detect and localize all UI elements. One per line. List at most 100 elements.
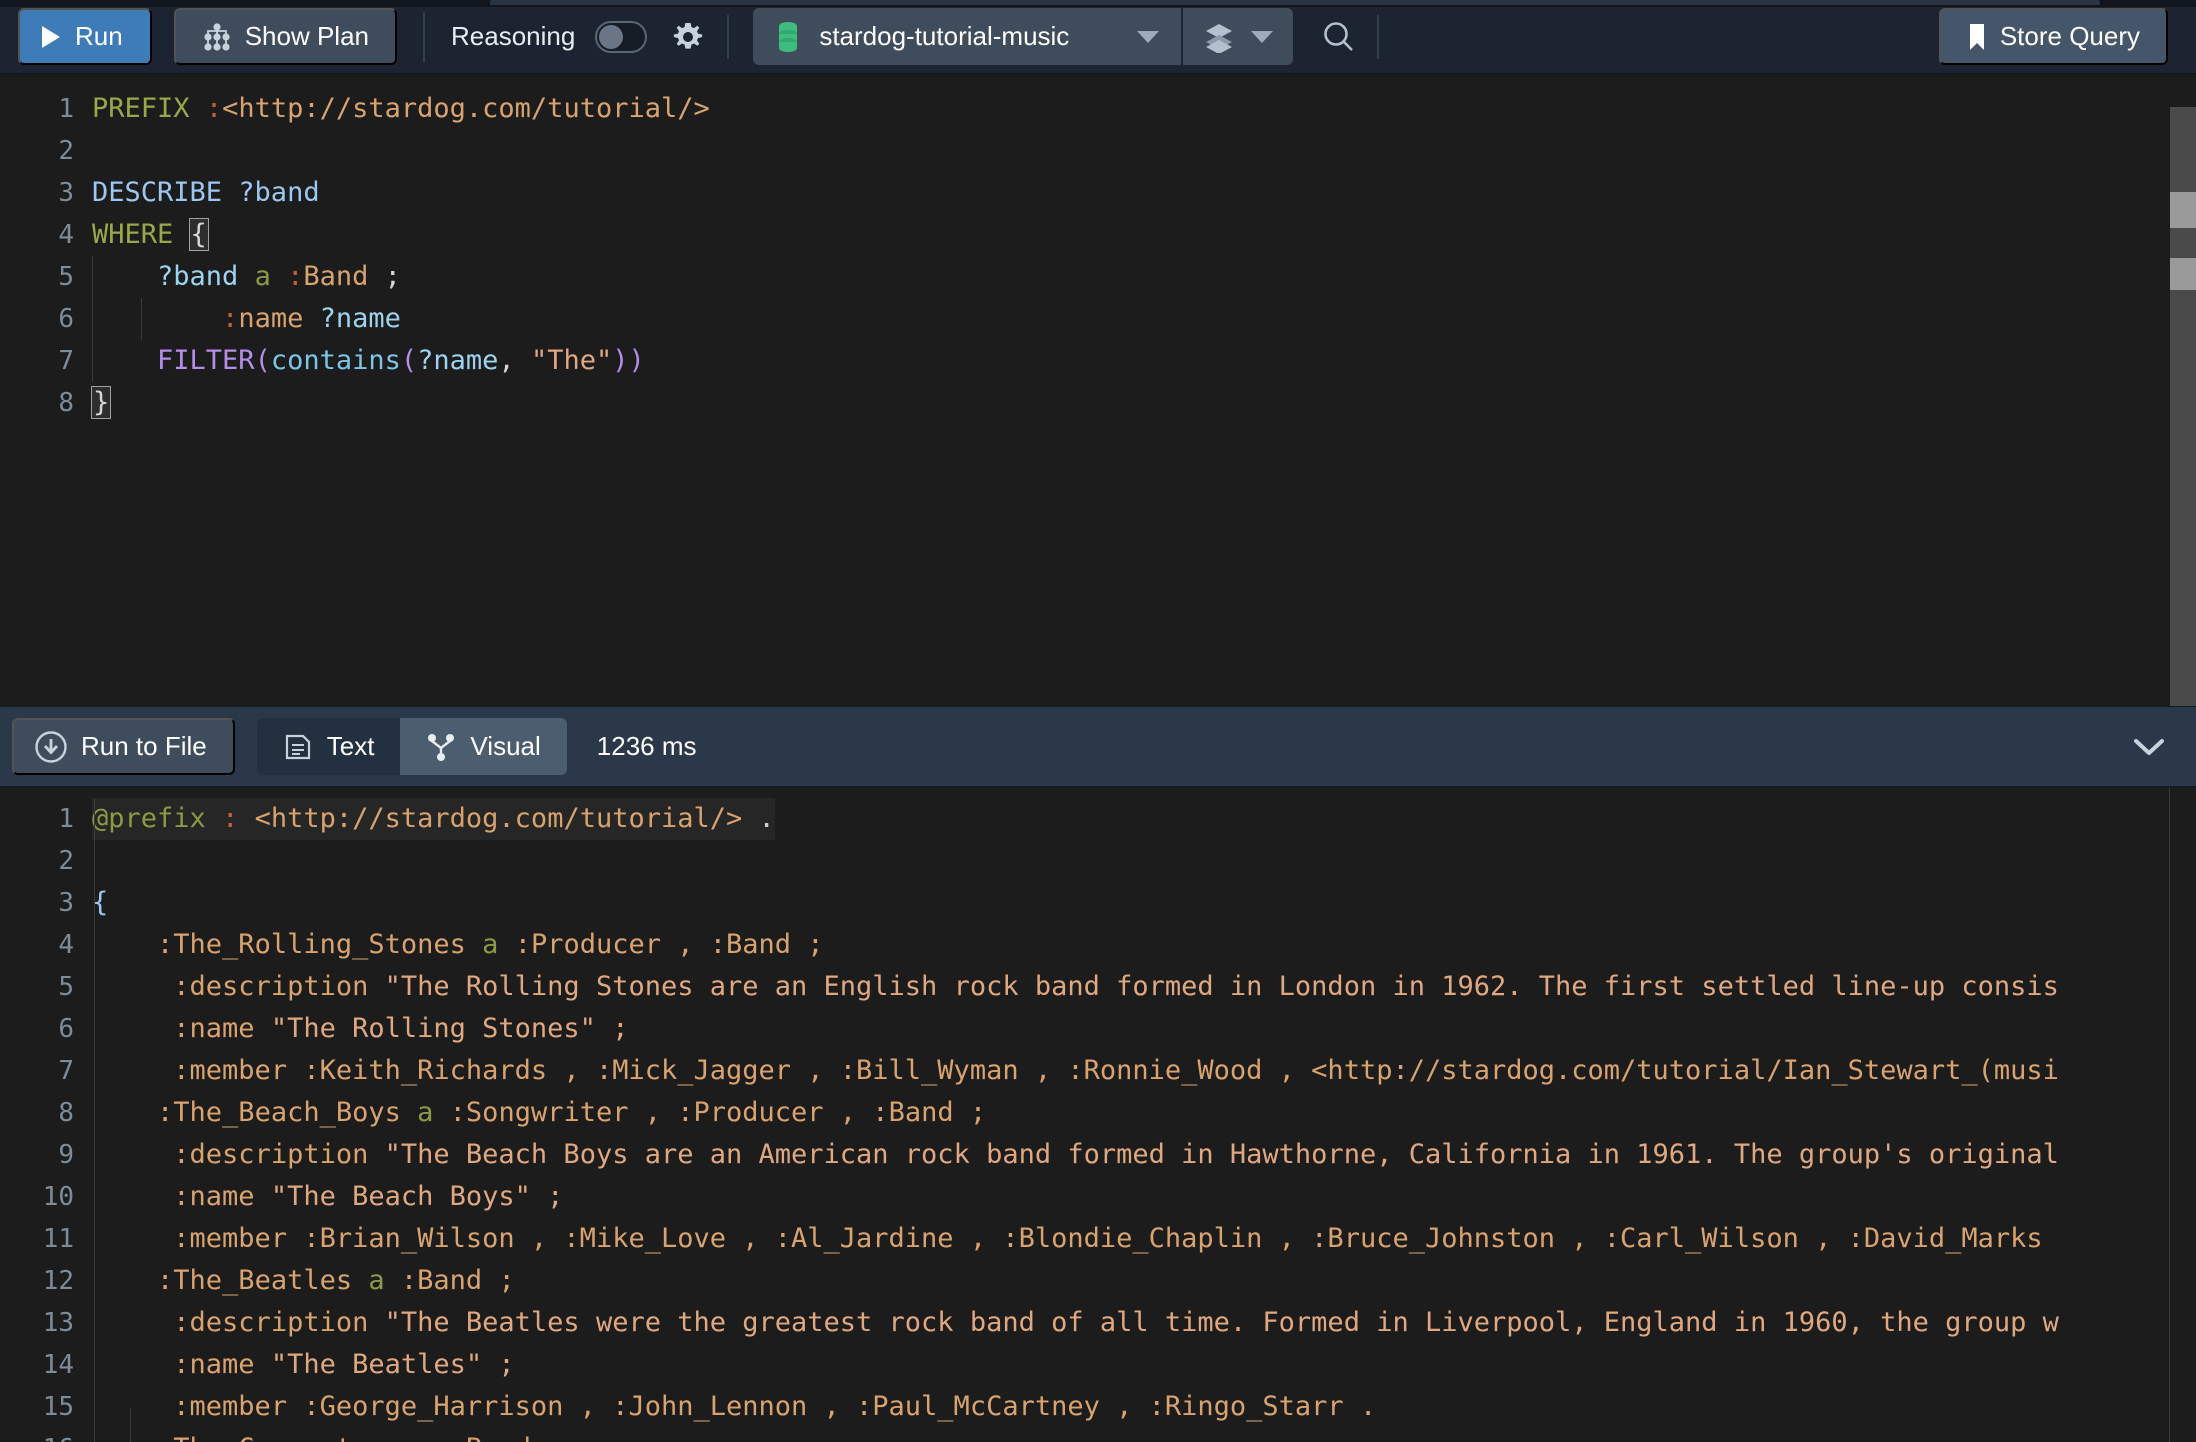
results-indent-guide-1 (94, 798, 95, 1442)
show-plan-label: Show Plan (244, 21, 370, 51)
active-tab-indicator (490, 0, 2100, 5)
prefix-iri: <http://stardog.com/tutorial/> (254, 803, 743, 834)
store-query-label: Store Query (1999, 21, 2140, 51)
tab-visual-label: Visual (470, 731, 541, 761)
database-icon (775, 21, 801, 53)
layers-icon (1203, 21, 1235, 53)
result-line-content: :name "The Beach Boys" ; (92, 1176, 563, 1218)
results-indent-guide-2 (130, 1408, 131, 1442)
graph-chevron-down-icon (1251, 30, 1274, 43)
result-line: 15 :member :George_Harrison , :John_Lenn… (0, 1386, 2196, 1428)
at-prefix-keyword: @prefix (92, 803, 206, 834)
predicate: :name (173, 1181, 255, 1212)
prefix-colon: : (222, 803, 239, 834)
collapse-results-button[interactable] (2132, 736, 2166, 758)
line-number: 8 (58, 388, 74, 418)
line-number: 10 (42, 1182, 74, 1212)
predicate: :name (173, 1013, 255, 1044)
sparql-code[interactable]: 1 PREFIX :<http://stardog.com/tutorial/>… (0, 74, 2196, 424)
line-number: 4 (58, 220, 74, 250)
tab-text[interactable]: Text (256, 718, 401, 775)
result-line-content: :member :Keith_Richards , :Mick_Jagger ,… (92, 1050, 2059, 1092)
show-plan-button[interactable]: Show Plan (173, 8, 398, 65)
line-number: 8 (58, 1098, 74, 1128)
bookmark-icon (1967, 22, 1987, 52)
editor-scrollbar-marker[interactable] (2170, 258, 2196, 290)
database-selector[interactable]: stardog-tutorial-music (753, 8, 1294, 65)
literal-value: "The Beatles" ; (270, 1349, 515, 1380)
line-number: 16 (0, 1428, 92, 1442)
database-selector-main[interactable]: stardog-tutorial-music (753, 8, 1181, 65)
result-line: 12 :The_Beatles a :Band ; (0, 1260, 2196, 1302)
code-line: 8 } (0, 382, 2196, 424)
turtle-results[interactable]: 1 @prefix : <http://stardog.com/tutorial… (0, 788, 2196, 1442)
gear-icon (671, 20, 705, 54)
toolbar-divider-3 (1377, 14, 1380, 59)
code-line: 7 FILTER(contains(?name, "The")) (0, 340, 2196, 382)
predicate: :member (173, 1055, 288, 1086)
predicate: :name (173, 1349, 255, 1380)
download-circle-icon (34, 730, 68, 764)
literal-value: "The Beatles were the greatest rock band… (384, 1307, 2059, 1338)
code-line: 4 WHERE { (0, 214, 2196, 256)
sparql-editor[interactable]: 1 PREFIX :<http://stardog.com/tutorial/>… (0, 74, 2196, 706)
run-to-file-label: Run to File (81, 731, 207, 761)
database-name: stardog-tutorial-music (819, 21, 1070, 51)
rdf-type-a: a (482, 929, 499, 960)
literal-value: "The Beach Boys are an American rock ban… (384, 1139, 2059, 1170)
code-line: 5 ?band a :Band ; (0, 256, 2196, 298)
results-view-tabs: Text Visual (256, 718, 567, 775)
result-line-content: :name "The Rolling Stones" ; (92, 1008, 628, 1050)
toolbar-divider-1 (423, 11, 426, 62)
editor-scrollbar[interactable] (2170, 74, 2196, 706)
result-line: 1 @prefix : <http://stardog.com/tutorial… (0, 798, 2196, 840)
results-panel[interactable]: 1 @prefix : <http://stardog.com/tutorial… (0, 788, 2196, 1442)
toolbar-divider-2 (727, 14, 730, 59)
result-line: 9 :description "The Beach Boys are an Am… (0, 1134, 2196, 1176)
run-to-file-button[interactable]: Run to File (12, 718, 235, 775)
editor-scrollbar-thumb[interactable] (2170, 192, 2196, 228)
code-line: 3 DESCRIBE ?band (0, 172, 2196, 214)
store-query-button[interactable]: Store Query (1938, 8, 2168, 65)
search-icon (1321, 19, 1357, 55)
code-line-content: WHERE { (92, 218, 209, 251)
result-line: 2 (0, 840, 2196, 882)
code-line-content: DESCRIBE ?band (92, 177, 320, 208)
line-number: 2 (58, 136, 74, 166)
tab-visual[interactable]: Visual (400, 718, 567, 775)
result-line-content: :member :Brian_Wilson , :Mike_Love , :Al… (92, 1218, 2042, 1260)
line-number: 3 (58, 178, 74, 208)
result-line: 14 :name "The Beatles" ; (0, 1344, 2196, 1386)
graph-selector[interactable] (1183, 8, 1293, 65)
line-number: 11 (42, 1224, 74, 1254)
result-line: 10 :name "The Beach Boys" ; (0, 1176, 2196, 1218)
code-line-content: :name ?name (92, 298, 401, 340)
run-button[interactable]: Run (18, 8, 152, 65)
rdf-type-a: a (417, 1097, 434, 1128)
literal-value: "The Rolling Stones" ; (270, 1013, 629, 1044)
result-line: 11 :member :Brian_Wilson , :Mike_Love , … (0, 1218, 2196, 1260)
result-line: 6 :name "The Rolling Stones" ; (0, 1008, 2196, 1050)
document-icon (283, 732, 313, 762)
search-button[interactable] (1321, 19, 1357, 55)
reasoning-toggle[interactable] (595, 20, 648, 53)
chevron-down-icon (2132, 736, 2166, 758)
result-line: 16 :The_Carpenters a :Band ; (0, 1428, 2196, 1442)
run-button-label: Run (75, 21, 123, 51)
result-line: 7 :member :Keith_Richards , :Mick_Jagger… (0, 1050, 2196, 1092)
line-number: 1 (58, 804, 74, 834)
result-line: 13 :description "The Beatles were the gr… (0, 1302, 2196, 1344)
predicate: :member (173, 1223, 288, 1254)
object-types: :Band ; (400, 1265, 515, 1296)
line-number: 12 (42, 1266, 74, 1296)
line-number: 7 (58, 1056, 74, 1086)
code-line-content: } (90, 386, 112, 419)
line-number: 3 (58, 888, 74, 918)
code-line-content: FILTER(contains(?name, "The")) (92, 340, 645, 382)
result-line: 3 { (0, 882, 2196, 924)
settings-button[interactable] (671, 20, 705, 54)
result-line-content: :description "The Beatles were the great… (92, 1302, 2059, 1344)
plan-tree-icon (202, 22, 232, 51)
result-line-content: :The_Carpenters a :Band ; (92, 1428, 563, 1442)
graph-node-icon (426, 732, 456, 762)
